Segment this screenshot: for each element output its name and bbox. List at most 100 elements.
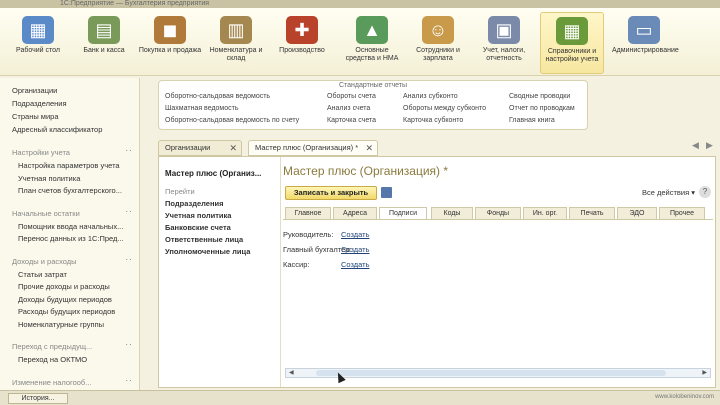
nav-item[interactable]: Прочие доходы и расходы: [18, 282, 110, 291]
close-icon[interactable]: ✕: [229, 141, 237, 155]
report-icon: ▣: [488, 16, 520, 44]
nav-group-title[interactable]: Переход с предыдущ...: [12, 342, 92, 351]
report-link[interactable]: Шахматная ведомость: [165, 105, 238, 112]
report-link[interactable]: Анализ субконто: [403, 93, 458, 100]
section-10[interactable]: ▭ Администрирование: [612, 12, 679, 74]
section-9[interactable]: ▦ Справочники и настройки учета: [540, 12, 604, 74]
nav-link-authorized[interactable]: Уполномоченные лица: [165, 247, 250, 256]
close-icon[interactable]: ✕: [365, 141, 373, 155]
tab-label: Организации: [165, 143, 211, 152]
nav-link-responsible[interactable]: Ответственные лица: [165, 235, 243, 244]
create-link[interactable]: Создать: [341, 260, 370, 269]
desktop-icon: ▦: [22, 16, 54, 44]
navigation-panel: Организации Подразделения Страны мира Адрес…: [0, 78, 140, 390]
tab-organizations[interactable]: Организации ✕: [158, 140, 242, 156]
section-8[interactable]: ▣ Учет, налоги, отчетность: [472, 12, 536, 74]
section-7[interactable]: ☺ Сотрудники и зарплата: [406, 12, 470, 74]
nav-item[interactable]: Помощник ввода начальных...: [18, 222, 123, 231]
nav-group-title[interactable]: Начальные остатки: [12, 209, 80, 218]
form-tab[interactable]: Печать: [569, 207, 615, 219]
warehouse-icon: ▥: [220, 16, 252, 44]
nav-item[interactable]: Доходы будущих периодов: [18, 295, 112, 304]
report-link[interactable]: Обороты счета: [327, 93, 376, 100]
report-link[interactable]: Сводные проводки: [509, 93, 570, 100]
create-link[interactable]: Создать: [341, 230, 370, 239]
nav-item[interactable]: Страны мира: [12, 112, 59, 121]
nav-item[interactable]: Переход на ОКТМО: [18, 355, 87, 364]
scroll-right-icon[interactable]: ▶: [702, 369, 707, 377]
nav-link-bank-accounts[interactable]: Банковские счета: [165, 223, 231, 232]
nav-group-title[interactable]: Изменение налогооб...: [12, 378, 91, 387]
sections-panel: ▦ Рабочий стол ▤ Банк и касса ◼ Покупка и про…: [0, 8, 720, 76]
form-tab[interactable]: Ин. орг.: [523, 207, 567, 219]
signatures-tab-body: Руководитель: Создать Главный бухгалтер:…: [283, 219, 713, 369]
more-icon[interactable]: ··: [122, 340, 136, 349]
nav-item[interactable]: Расходы будущих периодов: [18, 307, 115, 316]
scroll-left-icon[interactable]: ◀: [289, 369, 294, 377]
more-icon[interactable]: ··: [122, 207, 136, 216]
standard-reports-panel: Стандартные отчеты Оборотно-сальдовая ве…: [158, 80, 588, 130]
tab-master-plus[interactable]: Мастер плюс (Организация) * ✕: [248, 140, 378, 156]
all-actions-menu[interactable]: Все действия ▾: [642, 188, 695, 197]
report-link[interactable]: Карточка счета: [327, 117, 376, 124]
report-link[interactable]: Отчет по проводкам: [509, 105, 575, 112]
form-tab[interactable]: Прочее: [659, 207, 705, 219]
more-icon[interactable]: ··: [122, 255, 136, 264]
form-main: Мастер плюс (Организация) * Записать и з…: [283, 157, 715, 387]
nav-item[interactable]: Настройка параметров учета: [18, 161, 120, 170]
scroll-right-icon[interactable]: ▶: [706, 140, 713, 151]
report-link[interactable]: Главная книга: [509, 117, 555, 124]
nav-item[interactable]: Статьи затрат: [18, 270, 67, 279]
section-label: Номенклатура и склад: [209, 47, 263, 62]
section-6[interactable]: ▲ Основные средства и НМА: [340, 12, 404, 74]
section-4[interactable]: ▥ Номенклатура и склад: [204, 12, 268, 74]
nav-item[interactable]: Номенклатурные группы: [18, 320, 104, 329]
nav-item[interactable]: Организации: [12, 86, 57, 95]
form-title: Мастер плюс (Организация) *: [283, 164, 449, 178]
section-label: Производство: [279, 47, 325, 54]
section-1[interactable]: ▦ Рабочий стол: [6, 12, 70, 74]
section-label: Сотрудники и зарплата: [416, 47, 460, 62]
employee-icon: ☺: [422, 16, 454, 44]
nav-item[interactable]: Подразделения: [12, 99, 67, 108]
computer-icon: ▭: [628, 16, 660, 44]
binder-icon: ▦: [556, 17, 588, 45]
signature-label: Кассир:: [283, 260, 310, 269]
horizontal-scrollbar[interactable]: ◀ ▶: [285, 368, 711, 378]
section-3[interactable]: ◼ Покупка и продажа: [138, 12, 202, 74]
form-tab[interactable]: ЭДО: [617, 207, 657, 219]
form-tab[interactable]: Главное: [285, 207, 331, 219]
more-icon[interactable]: ··: [122, 376, 136, 385]
nav-link-accounting-policy[interactable]: Учетная политика: [165, 211, 231, 220]
section-5[interactable]: ✚ Производство: [270, 12, 334, 74]
more-icon[interactable]: ··: [122, 146, 136, 155]
scrollbar-thumb[interactable]: [316, 370, 666, 376]
nav-item[interactable]: Учетная политика: [18, 174, 80, 183]
form-tab[interactable]: Коды: [431, 207, 473, 219]
report-link[interactable]: Обороты между субконто: [403, 105, 486, 112]
save-icon[interactable]: [381, 187, 392, 198]
nav-item[interactable]: План счетов бухгалтерского...: [18, 186, 122, 195]
nav-group-title[interactable]: Доходы и расходы: [12, 257, 77, 266]
taskbar: История... www.kolobeninov.com: [0, 390, 720, 405]
history-button[interactable]: История...: [8, 393, 68, 404]
nav-item[interactable]: Перенос данных из 1С:Пред...: [18, 234, 124, 243]
form-tab[interactable]: Фонды: [475, 207, 521, 219]
section-label: Рабочий стол: [16, 47, 60, 54]
create-link[interactable]: Создать: [341, 245, 370, 254]
save-and-close-button[interactable]: Записать и закрыть: [285, 186, 377, 200]
report-link[interactable]: Анализ счета: [327, 105, 370, 112]
nav-group-title[interactable]: Настройки учета: [12, 148, 70, 157]
section-2[interactable]: ▤ Банк и касса: [72, 12, 136, 74]
scroll-left-icon[interactable]: ◀: [692, 140, 699, 151]
report-link[interactable]: Оборотно-сальдовая ведомость: [165, 93, 270, 100]
toolbox-icon: ✚: [286, 16, 318, 44]
organization-form: Мастер плюс (Организ... Перейти Подразде…: [158, 156, 716, 388]
nav-link-divisions[interactable]: Подразделения: [165, 199, 224, 208]
section-label: Основные средства и НМА: [345, 47, 399, 62]
report-link[interactable]: Карточка субконто: [403, 117, 463, 124]
form-tab[interactable]: Адреса: [333, 207, 377, 219]
report-link[interactable]: Оборотно-сальдовая ведомость по счету: [165, 117, 299, 124]
nav-item[interactable]: Адресный классификатор: [12, 125, 102, 134]
help-icon[interactable]: ?: [699, 186, 711, 198]
